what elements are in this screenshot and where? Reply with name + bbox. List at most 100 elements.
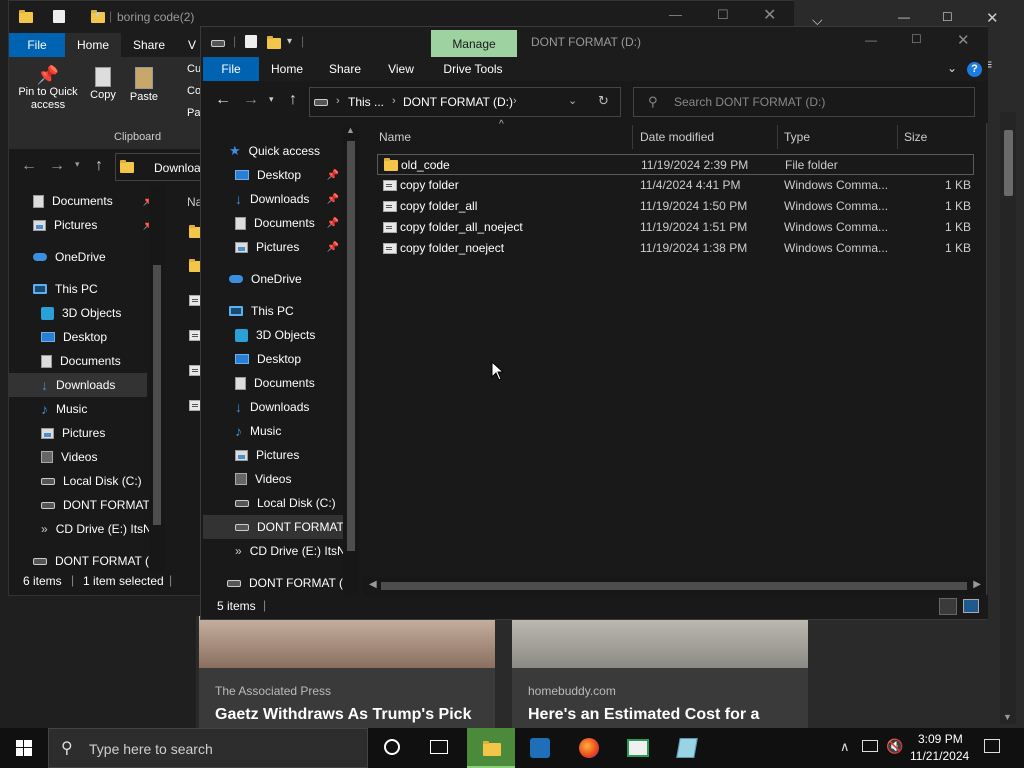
pin-quick-access-button[interactable]: 📌 Pin to Quick access [15, 65, 81, 112]
nav-item-dont-format[interactable]: DONT FORMAT ( [41, 493, 157, 517]
network-icon[interactable] [862, 740, 878, 752]
nav-item-quick-access[interactable]: ★ Quick access [229, 139, 320, 163]
browser-scrollbar[interactable]: ▼ [1000, 112, 1016, 724]
bg-forward-icon[interactable]: → [49, 157, 65, 175]
bg-tab-home[interactable]: Home [65, 33, 121, 57]
details-view-icon[interactable] [939, 598, 957, 615]
nav-item-desktop[interactable]: Desktop [41, 325, 107, 349]
nav-item-local-disk[interactable]: Local Disk (C:) [41, 469, 142, 493]
nav-scroll-thumb[interactable] [347, 141, 355, 551]
news-card[interactable]: The Associated Press Gaetz Withdraws As … [199, 616, 495, 728]
col-header-date[interactable]: Date modified [640, 130, 714, 144]
col-header-size[interactable]: Size [904, 130, 927, 144]
large-icons-view-icon[interactable] [963, 599, 979, 613]
scroll-up-icon[interactable]: ▲ [346, 125, 355, 135]
nav-item-cd-drive[interactable]: » CD Drive (E:) ItsN [41, 517, 152, 541]
browser-scroll-thumb[interactable] [1004, 130, 1013, 196]
paste-button[interactable]: Paste [127, 65, 161, 103]
browser-close-button[interactable]: ✕ [986, 9, 999, 27]
tab-share[interactable]: Share [317, 57, 373, 81]
copy-button[interactable]: Copy [87, 65, 119, 101]
volume-muted-icon[interactable]: 🔇 [886, 738, 903, 755]
taskbar-search-box[interactable]: ⚲ Type here to search [48, 728, 368, 768]
scroll-down-icon[interactable]: ▼ [1003, 712, 1012, 722]
nav-item-documents[interactable]: Documents📌 [33, 189, 155, 213]
qat-dropdown-icon[interactable]: ▾ [287, 36, 292, 47]
scroll-left-icon[interactable]: ◀ [369, 579, 377, 590]
browser-minimize-button[interactable]: — [898, 10, 910, 24]
nav-item-music[interactable]: ♪ Music [235, 419, 281, 443]
news-card[interactable]: homebuddy.com Here's an Estimated Cost f… [512, 616, 808, 728]
nav-item-onedrive[interactable]: OneDrive [33, 245, 106, 269]
nav-item-dont-format-d[interactable]: DONT FORMAT (D [227, 571, 352, 595]
nav-item-videos[interactable]: Videos [235, 467, 291, 491]
taskbar-app-button[interactable] [614, 728, 662, 768]
bg-address-bar[interactable]: Downloa [115, 153, 203, 181]
nav-item-downloads[interactable]: ↓ Downloads [235, 395, 309, 419]
taskbar-explorer-button[interactable] [467, 728, 515, 768]
taskbar-firefox-button[interactable] [565, 728, 613, 768]
file-row[interactable]: copy folder_noeject 11/19/2024 1:38 PM W… [377, 238, 974, 259]
file-row[interactable]: copy folder 11/4/2024 4:41 PM Windows Co… [377, 175, 974, 196]
file-row[interactable]: copy folder_all 11/19/2024 1:50 PM Windo… [377, 196, 974, 217]
nav-item-pictures[interactable]: Pictures📌 [33, 213, 155, 237]
col-divider[interactable] [897, 125, 898, 149]
col-header-type[interactable]: Type [784, 130, 810, 144]
nav-item-downloads[interactable]: ↓ Downloads [41, 373, 115, 397]
nav-item-music[interactable]: ♪ Music [41, 397, 87, 421]
recent-locations-icon[interactable]: ▾ [269, 94, 274, 105]
bg-up-icon[interactable]: ↑ [95, 157, 103, 175]
tab-view[interactable]: View [373, 57, 429, 81]
breadcrumb-root[interactable]: This ... [348, 95, 384, 109]
copy-path-button[interactable]: Co [187, 85, 201, 97]
nav-item-this-pc[interactable]: This PC [229, 299, 294, 323]
help-icon[interactable]: ? [967, 62, 982, 77]
nav-item-dont-format-d[interactable]: DONT FORMAT (D [33, 549, 158, 573]
browser-maximize-button[interactable]: ☐ [942, 10, 953, 24]
col-divider[interactable] [632, 125, 633, 149]
nav-item-onedrive[interactable]: OneDrive [229, 267, 302, 291]
qat-dropdown-icon[interactable]: ▾ [95, 10, 100, 21]
bg-recent-icon[interactable]: ▾ [75, 159, 80, 170]
nav-item-downloads[interactable]: ↓ Downloads 📌 [235, 187, 339, 211]
nav-item-pictures[interactable]: Pictures📌 [235, 235, 339, 259]
bg-tab-share[interactable]: Share [121, 33, 177, 57]
bg-nav-scrollbar[interactable] [149, 185, 165, 571]
nav-item-local-disk[interactable]: Local Disk (C:) [235, 491, 336, 515]
clock-time[interactable]: 3:09 PM [918, 732, 963, 746]
checkbox-icon[interactable] [53, 10, 65, 23]
bg-tab-file[interactable]: File [9, 33, 65, 57]
ribbon-expand-icon[interactable]: ⌄ [947, 61, 957, 75]
taskbar-app-button[interactable] [516, 728, 564, 768]
bg-close-button[interactable]: ✕ [763, 5, 776, 25]
nav-item-3d-objects[interactable]: 3D Objects [235, 323, 315, 347]
nav-item-documents[interactable]: Documents [235, 371, 315, 395]
address-bar[interactable]: › This ... › DONT FORMAT (D:) › ⌄ ↻ [309, 87, 621, 117]
task-view-icon[interactable] [430, 740, 448, 754]
nav-item-documents[interactable]: Documents [41, 349, 121, 373]
back-icon[interactable]: ← [215, 91, 231, 109]
search-box[interactable]: ⚲ Search DONT FORMAT (D:) [633, 87, 975, 117]
nav-item-desktop[interactable]: Desktop [235, 347, 301, 371]
main-close-button[interactable]: ✕ [957, 31, 970, 49]
file-list-hscrollbar[interactable]: ◀ ▶ [363, 577, 985, 595]
address-dropdown-icon[interactable]: ⌄ [568, 94, 577, 107]
nav-scrollbar[interactable]: ▲ [343, 125, 359, 595]
tray-chevron-icon[interactable]: ∧ [840, 739, 850, 755]
bg-back-icon[interactable]: ← [21, 157, 37, 175]
nav-item-this-pc[interactable]: This PC [33, 277, 98, 301]
bg-minimize-button[interactable]: — [669, 7, 682, 22]
tab-manage[interactable]: Manage [431, 30, 517, 57]
refresh-icon[interactable]: ↻ [598, 93, 609, 109]
main-maximize-button[interactable]: ☐ [911, 32, 922, 46]
clock-date[interactable]: 11/21/2024 [910, 749, 969, 763]
cortana-icon[interactable] [384, 739, 400, 755]
taskbar-app-button[interactable] [663, 728, 711, 768]
forward-icon[interactable]: → [243, 91, 259, 109]
col-divider[interactable] [777, 125, 778, 149]
nav-item-documents[interactable]: Documents📌 [235, 211, 339, 235]
new-folder-icon[interactable] [267, 36, 281, 49]
nav-item-dont-format[interactable]: DONT FORMAT ( [235, 515, 351, 539]
nav-item-videos[interactable]: Videos [41, 445, 97, 469]
notification-icon[interactable] [984, 739, 1000, 753]
